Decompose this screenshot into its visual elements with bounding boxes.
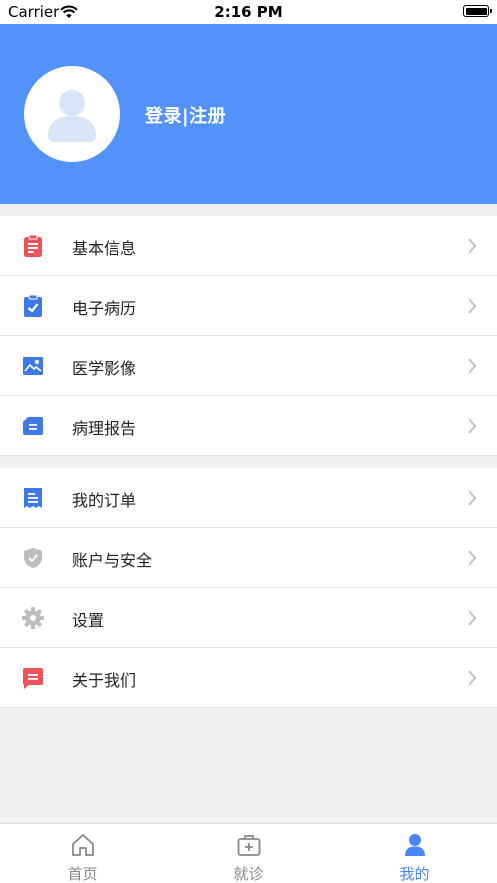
chevron-right-icon — [468, 358, 477, 374]
tab-bar: 首页 就诊 我的 — [0, 823, 497, 883]
chevron-right-icon — [468, 490, 477, 506]
message-icon — [22, 668, 43, 689]
menu-group-account: 我的订单 账户与安全 设置 关于我们 — [0, 468, 497, 708]
menu-item-medical-record[interactable]: 电子病历 — [0, 276, 497, 336]
tab-label: 首页 — [67, 865, 98, 883]
chevron-right-icon — [468, 238, 477, 254]
menu-item-my-orders[interactable]: 我的订单 — [0, 468, 497, 528]
menu-item-label: 关于我们 — [72, 671, 137, 690]
status-time: 2:16 PM — [214, 3, 283, 21]
screen: Carrier 2:16 PM 登录|注册 基本信息 电子病历 医学影像 病理报… — [0, 0, 497, 883]
shield-icon — [24, 548, 42, 568]
tab-visit[interactable]: 就诊 — [166, 824, 331, 883]
medical-kit-icon — [237, 835, 261, 856]
battery-icon — [463, 5, 492, 17]
receipt-icon — [24, 488, 42, 508]
menu-item-label: 病理报告 — [72, 419, 137, 438]
menu-item-account-security[interactable]: 账户与安全 — [0, 528, 497, 588]
image-icon — [23, 357, 43, 375]
avatar[interactable] — [24, 66, 120, 162]
menu-item-pathology-report[interactable]: 病理报告 — [0, 396, 497, 456]
profile-header: 登录|注册 — [0, 24, 497, 204]
menu-item-about-us[interactable]: 关于我们 — [0, 648, 497, 708]
gear-icon — [22, 607, 44, 629]
checklist-icon — [24, 294, 42, 317]
clipboard-icon — [24, 234, 42, 257]
tab-mine[interactable]: 我的 — [332, 824, 497, 883]
avatar-placeholder-icon — [48, 90, 96, 142]
report-icon — [23, 417, 43, 435]
menu-item-label: 医学影像 — [72, 359, 137, 378]
chevron-right-icon — [468, 610, 477, 626]
chevron-right-icon — [468, 418, 477, 434]
home-icon — [72, 834, 94, 856]
menu-item-label: 我的订单 — [72, 491, 137, 510]
chevron-right-icon — [468, 550, 477, 566]
login-register-link[interactable]: 登录|注册 — [145, 102, 226, 128]
menu-item-medical-imaging[interactable]: 医学影像 — [0, 336, 497, 396]
tab-label: 我的 — [399, 865, 430, 883]
menu-item-settings[interactable]: 设置 — [0, 588, 497, 648]
menu-item-label: 电子病历 — [72, 299, 137, 318]
menu-item-label: 设置 — [72, 611, 105, 630]
tab-home[interactable]: 首页 — [0, 824, 165, 883]
user-icon — [405, 834, 425, 856]
tab-label: 就诊 — [233, 865, 264, 883]
status-bar: Carrier 2:16 PM — [0, 0, 497, 24]
chevron-right-icon — [468, 670, 477, 686]
menu-item-label: 基本信息 — [72, 239, 137, 258]
chevron-right-icon — [468, 298, 477, 314]
menu-item-basic-info[interactable]: 基本信息 — [0, 216, 497, 276]
menu-item-label: 账户与安全 — [72, 551, 153, 570]
menu-group-records: 基本信息 电子病历 医学影像 病理报告 — [0, 216, 497, 456]
